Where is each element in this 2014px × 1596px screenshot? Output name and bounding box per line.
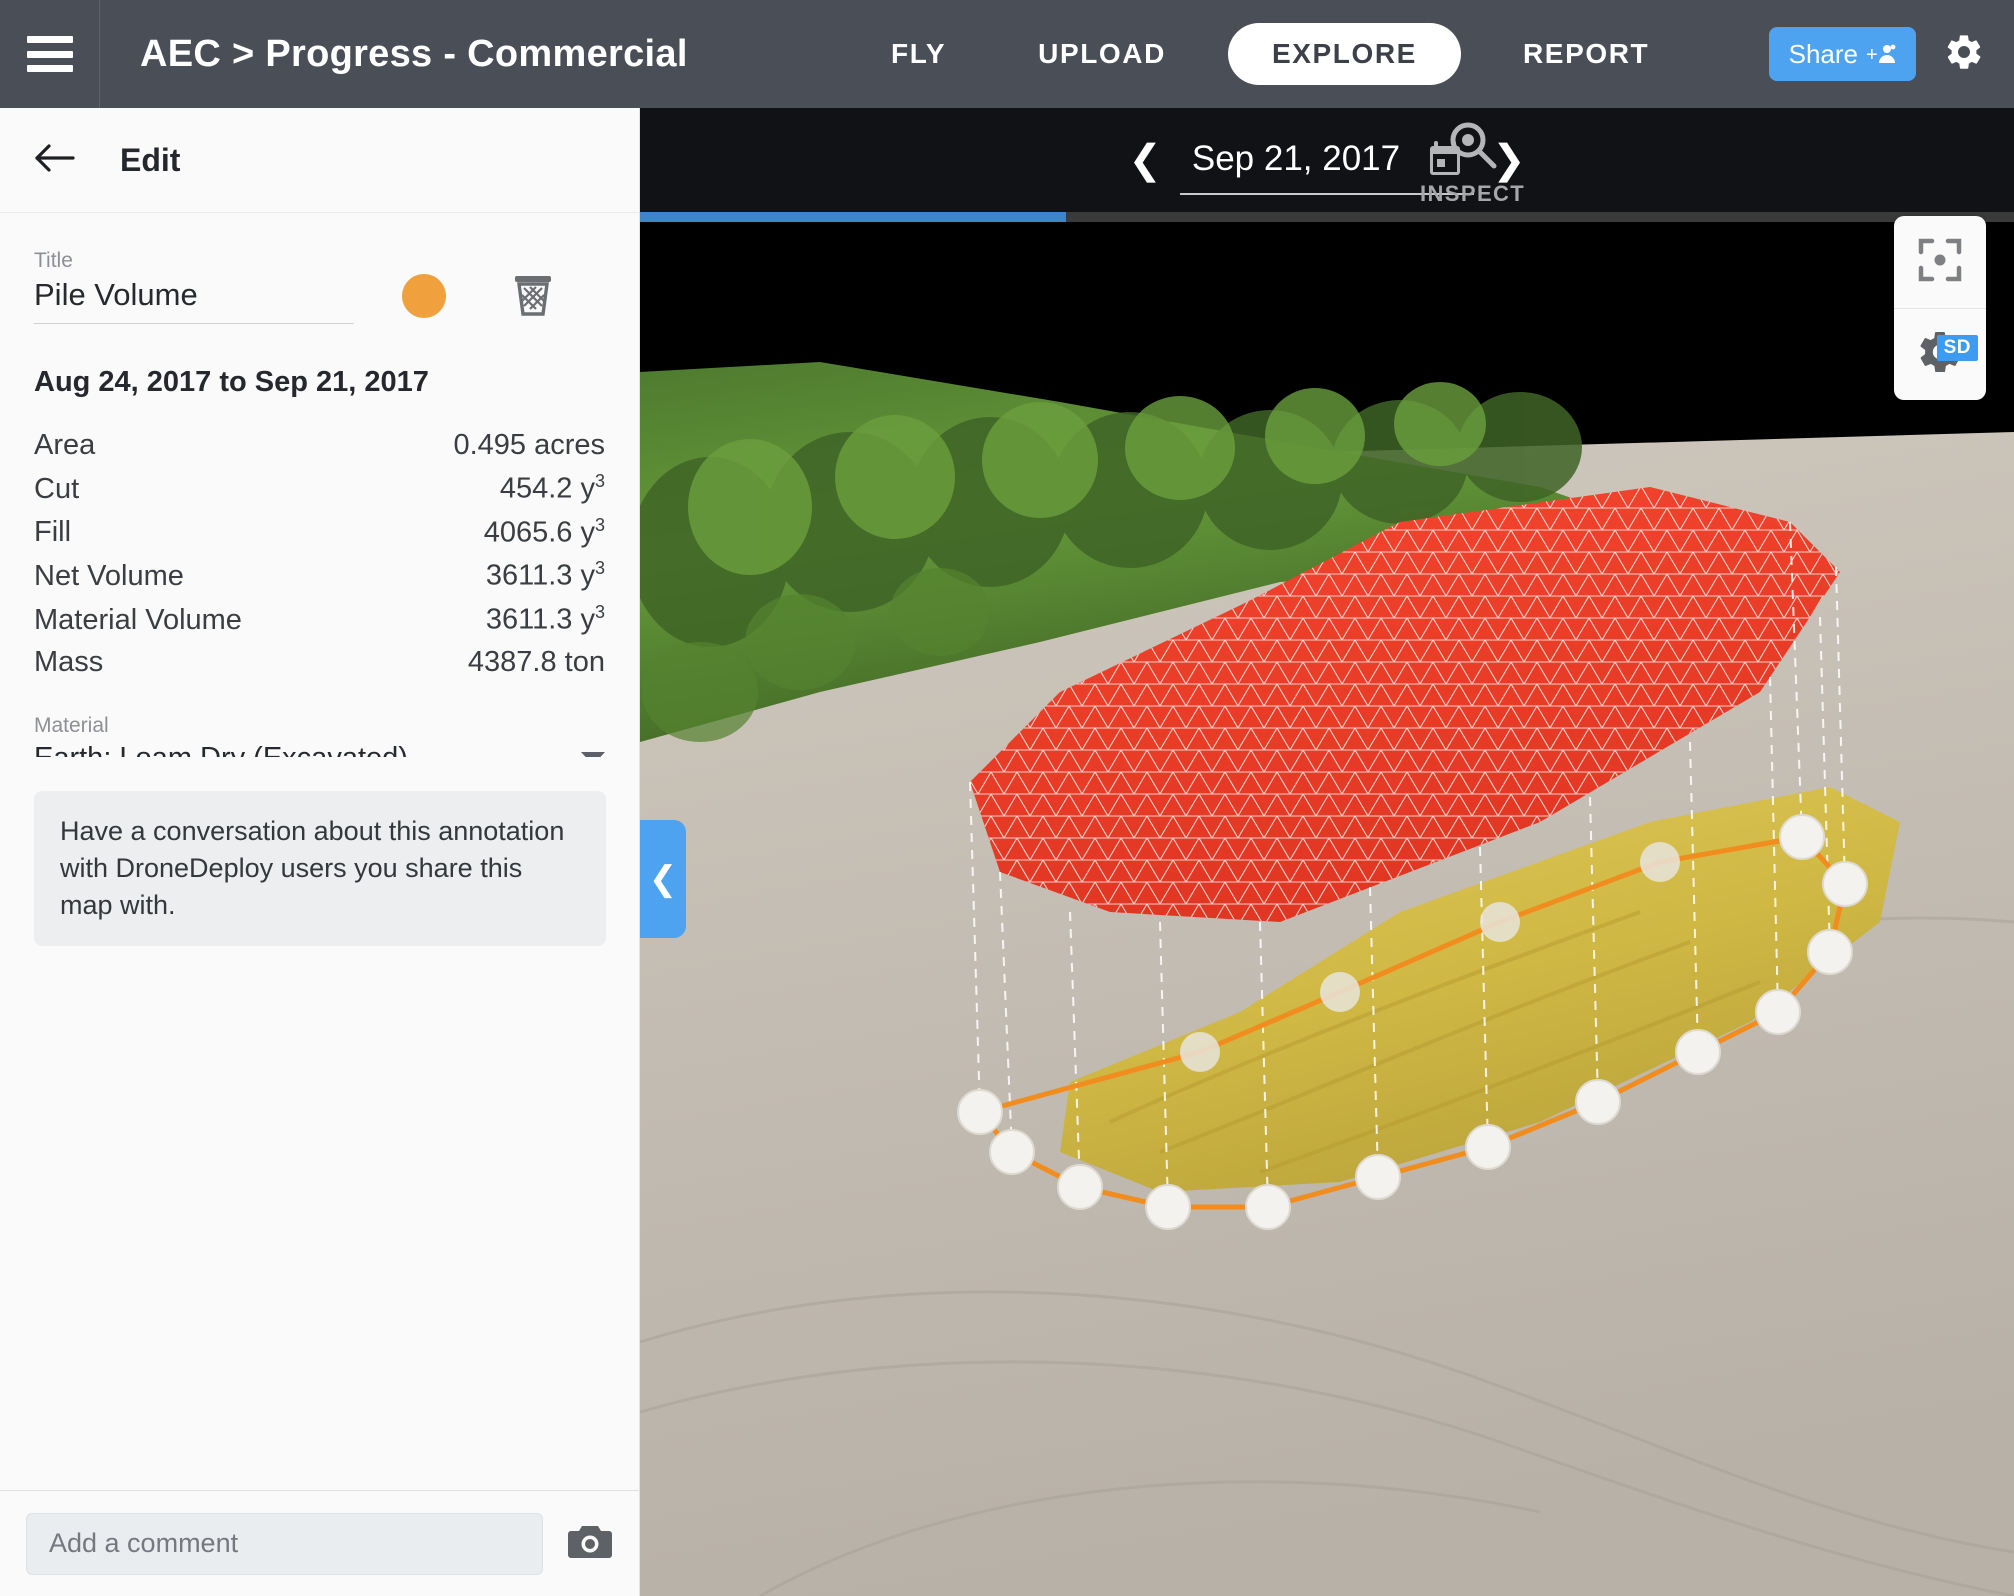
map-top-bar: ❮ Sep 21, 2017 ❯ INSPECT	[640, 108, 2014, 212]
tab-fly[interactable]: FLY	[845, 0, 992, 108]
stat-value: 4387.8 ton	[467, 645, 605, 678]
conversation-hint: Have a conversation about this annotatio…	[34, 790, 606, 947]
share-button-label: Share	[1788, 38, 1858, 69]
stat-label: Net Volume	[34, 559, 184, 592]
camera-icon	[567, 1522, 613, 1565]
inspect-label: INSPECT	[1420, 181, 1526, 206]
tab-upload[interactable]: UPLOAD	[992, 0, 1212, 108]
material-value: Earth: Loam Dry (Excavated)	[34, 742, 408, 757]
trash-icon	[512, 273, 554, 322]
stat-label: Area	[34, 429, 96, 461]
map-viewport[interactable]: ❮ Sep 21, 2017 ❯ INSPECT ❮ SD	[640, 108, 2014, 1596]
attach-photo-button[interactable]	[567, 1522, 613, 1565]
prev-date-button[interactable]: ❮	[1110, 140, 1180, 180]
app-root: AEC > Progress - Commercial FLY UPLOAD E…	[0, 0, 2014, 1596]
title-input[interactable]	[34, 277, 354, 324]
stat-label: Fill	[34, 516, 72, 549]
stat-row: Cut 454.2 y3	[34, 467, 605, 511]
stat-row: Area 0.495 acres	[34, 425, 605, 467]
material-field: Material Earth: Loam Dry (Excavated) ?	[34, 714, 605, 757]
title-field-label: Title	[34, 249, 73, 272]
sidebar-filler	[0, 946, 639, 1490]
hamburger-icon	[26, 36, 73, 72]
svg-text:+: +	[1866, 44, 1878, 66]
menu-button[interactable]	[0, 0, 100, 108]
comment-input[interactable]	[26, 1512, 543, 1575]
gear-icon	[1944, 32, 1984, 77]
date-range-heading: Aug 24, 2017 to Sep 21, 2017	[34, 366, 429, 398]
stat-row: Mass 4387.8 ton	[34, 642, 605, 684]
title-field-wrap: Title	[34, 249, 354, 324]
panel-header: Edit	[0, 108, 639, 213]
material-select[interactable]: Earth: Loam Dry (Excavated)	[34, 742, 605, 757]
top-navigation-bar: AEC > Progress - Commercial FLY UPLOAD E…	[0, 0, 2014, 108]
chevron-left-icon: ❮	[648, 860, 678, 898]
panel-body: Title Pile Volume Aug 24, 2017 to Sep 21…	[0, 213, 639, 757]
stat-row: Material Volume 3611.3 y3	[34, 598, 605, 642]
stat-row: Net Volume 3611.3 y3	[34, 554, 605, 598]
map-load-progress	[640, 212, 2014, 222]
settings-button[interactable]	[1944, 32, 1984, 77]
inspect-button[interactable]: INSPECT	[1420, 118, 1525, 207]
delete-annotation-button[interactable]	[512, 273, 554, 322]
sidebar-collapse-handle[interactable]: ❮	[640, 820, 686, 938]
tab-explore[interactable]: EXPLORE	[1227, 23, 1461, 85]
main-tabs: FLY UPLOAD EXPLORE REPORT	[845, 0, 1695, 108]
top-right-actions: Share +	[1768, 0, 1984, 108]
stat-value: 3611.3 y3	[485, 601, 605, 636]
recenter-icon	[1917, 237, 1963, 288]
stat-value: 4065.6 y3	[483, 514, 605, 549]
map-quality-button[interactable]: SD	[1894, 308, 1986, 400]
page-title: Edit	[120, 141, 181, 178]
current-date-label: Sep 21, 2017	[1191, 139, 1401, 178]
stat-label: Mass	[34, 645, 104, 678]
map-controls: SD	[1894, 216, 1986, 400]
back-button[interactable]	[34, 142, 78, 179]
stat-label: Cut	[34, 472, 80, 505]
stat-label: Material Volume	[34, 603, 242, 636]
stat-value: 0.495 acres	[453, 429, 605, 461]
breadcrumb: AEC > Progress - Commercial	[140, 32, 688, 75]
magnifier-icon	[1445, 118, 1501, 179]
stat-row: Fill 4065.6 y3	[34, 511, 605, 555]
map-quality-badge: SD	[1936, 335, 1978, 361]
annotation-color-swatch[interactable]	[402, 274, 446, 318]
add-people-icon: +	[1866, 42, 1896, 66]
stat-value: 454.2 y3	[499, 471, 605, 505]
date-navigation: ❮ Sep 21, 2017 ❯	[640, 108, 2014, 212]
comment-bar	[0, 1490, 639, 1596]
tab-report[interactable]: REPORT	[1477, 0, 1695, 108]
map-load-progress-fill	[640, 212, 1066, 222]
map-3d-scene[interactable]	[640, 222, 2014, 1596]
title-row: Title	[34, 213, 605, 324]
share-button[interactable]: Share +	[1768, 27, 1916, 81]
measurement-stats: Area 0.495 acres Cut 454.2 y3 Fill 4065.6 y3 N…	[34, 425, 605, 684]
chevron-down-icon[interactable]	[581, 751, 605, 757]
recenter-button[interactable]	[1894, 216, 1986, 308]
material-label: Material	[34, 713, 109, 737]
scene-svg	[640, 222, 2014, 1596]
edit-annotation-sidebar: Edit Title Pile Volume Aug 24, 2017 to S…	[0, 108, 640, 1596]
stat-value: 3611.3 y3	[485, 558, 605, 592]
back-arrow-icon	[34, 142, 78, 179]
